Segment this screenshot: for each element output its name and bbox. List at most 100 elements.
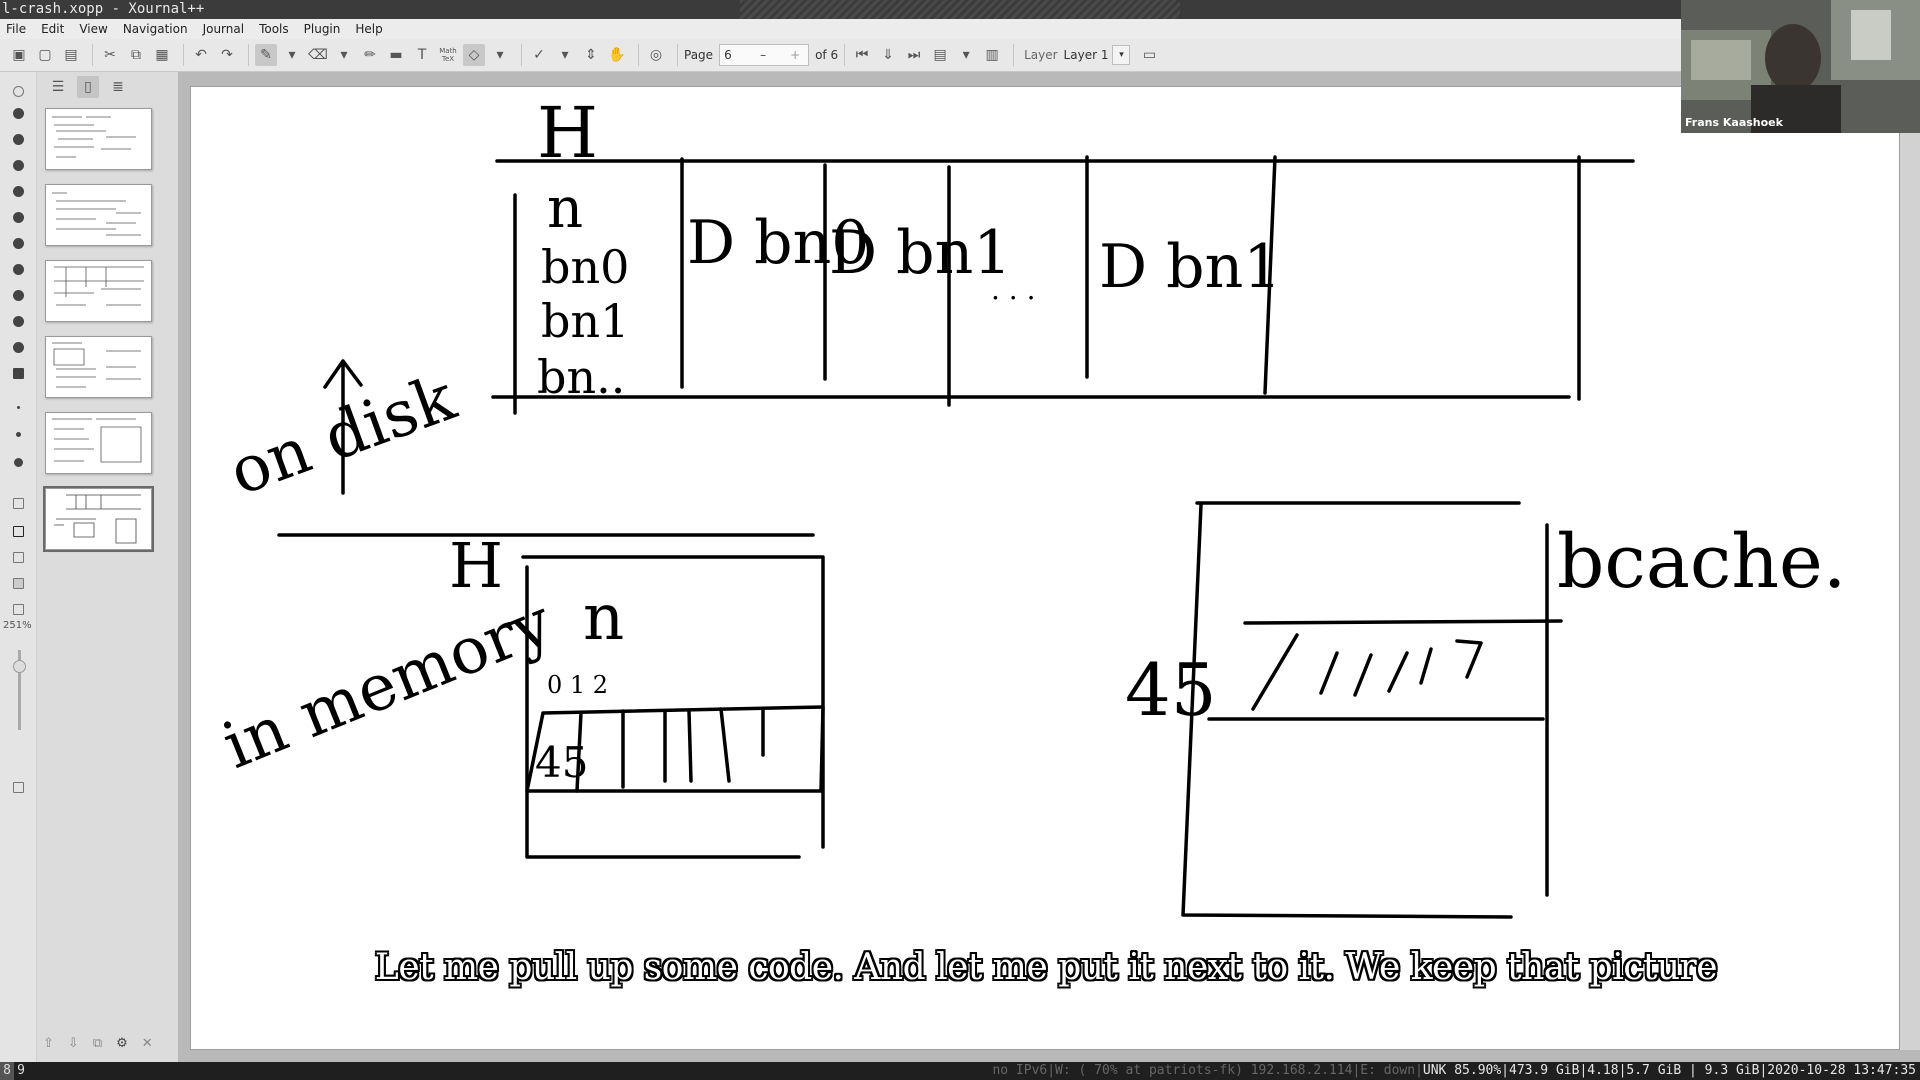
page-label: Page [684, 48, 714, 62]
hand-icon[interactable]: ✋ [606, 44, 628, 66]
color-black-icon[interactable] [13, 212, 24, 223]
highlighter-icon[interactable]: ✏ [359, 44, 381, 66]
move-page-down-icon[interactable]: ⇩ [68, 1036, 79, 1051]
label-bn-dots: bn.. [537, 350, 625, 404]
thick-size-icon[interactable] [14, 458, 23, 467]
page-settings-icon[interactable]: ⚙ [116, 1036, 128, 1051]
shape-dropdown-icon[interactable]: ▾ [489, 44, 511, 66]
medium-size-icon[interactable] [16, 432, 21, 437]
page-thumbnail-3[interactable] [45, 260, 152, 322]
pen-dropdown-icon[interactable]: ▾ [281, 44, 303, 66]
menu-tools[interactable]: Tools [259, 22, 289, 36]
label-ellipsis: . . . [991, 273, 1036, 306]
copy-page-icon[interactable]: ⧉ [93, 1036, 102, 1051]
thin-size-icon[interactable] [17, 406, 20, 409]
fill-icon[interactable] [13, 498, 24, 509]
insert-page-dropdown-icon[interactable]: ▾ [955, 44, 977, 66]
first-page-icon[interactable]: ⏮ [851, 44, 873, 66]
open-icon[interactable]: ▤ [60, 44, 82, 66]
layer-dropdown-icon[interactable]: ▾ [1112, 45, 1131, 65]
presentation-icon[interactable]: ▭ [1138, 44, 1160, 66]
layer-selector[interactable]: Layer Layer 1 ▾ [1024, 44, 1131, 66]
workspace-9[interactable]: 9 [14, 1062, 28, 1080]
memory-array-cells [575, 707, 765, 793]
color-black-icon[interactable] [13, 238, 24, 249]
color-black-square-icon[interactable] [13, 368, 24, 379]
copy-icon[interactable]: ⧉ [125, 44, 147, 66]
pen-icon[interactable]: ✎ [255, 44, 277, 66]
select-icon[interactable]: ✓ [528, 44, 550, 66]
delete-page-icon[interactable]: ✕ [142, 1036, 153, 1051]
menu-edit[interactable]: Edit [41, 22, 64, 36]
label-mem-n: n [583, 581, 624, 655]
page-thumbnail-6[interactable] [43, 486, 154, 552]
page-thumbnail-2[interactable] [45, 184, 152, 246]
page-number-input[interactable]: 6 – + [719, 44, 810, 66]
color-black-icon[interactable] [13, 290, 24, 301]
page-thumbnail-4[interactable] [45, 336, 152, 398]
new-document-icon[interactable]: ▢ [34, 44, 56, 66]
paste-icon[interactable]: ▦ [151, 44, 173, 66]
page-thumbnail-1[interactable] [45, 108, 152, 170]
menu-file[interactable]: File [6, 22, 26, 36]
last-page-icon[interactable]: ⏭ [903, 44, 925, 66]
menu-journal[interactable]: Journal [203, 22, 245, 36]
undo-icon[interactable]: ↶ [190, 44, 212, 66]
color-black-icon[interactable] [13, 160, 24, 171]
color-black-icon[interactable] [13, 316, 24, 327]
screen-icon[interactable] [13, 526, 24, 537]
main-toolbar: ▣ ▢ ▤ ✂ ⧉ ▦ ↶ ↷ ✎ ▾ ⌫ ▾ ✏ ▬ T Math TeX ◇… [0, 39, 1920, 72]
layers-tab-icon[interactable]: ≣ [107, 76, 129, 98]
next-annotated-page-icon[interactable]: ⇓ [877, 44, 899, 66]
page-increment-icon[interactable]: + [790, 48, 800, 62]
grid-icon[interactable] [13, 552, 24, 563]
eraser-icon[interactable]: ⌫ [307, 44, 329, 66]
zoom-label: 251% [3, 620, 32, 631]
menu-plugin[interactable]: Plugin [304, 22, 341, 36]
vertical-scrollbar[interactable] [1900, 86, 1920, 1050]
color-black-icon[interactable] [13, 134, 24, 145]
fit-icon[interactable] [13, 604, 24, 615]
resource-status: UNK 85.90%|473.9 GiB|4.18|5.7 GiB | 9.3 … [1422, 1063, 1916, 1078]
workspace-8[interactable]: 8 [0, 1062, 14, 1080]
page-thumbnail-5[interactable] [45, 412, 152, 474]
move-page-up-icon[interactable]: ⇧ [43, 1036, 54, 1051]
ink-drawing: H n bn0 bn1 bn.. D bn0 D bn1 . . . D bn1… [213, 92, 1846, 919]
cut-icon[interactable]: ✂ [99, 44, 121, 66]
workspace-switcher: 8 9 [0, 1062, 28, 1080]
text-icon[interactable]: T [411, 44, 433, 66]
toolbar-separator [248, 44, 249, 66]
delete-page-icon[interactable]: ▥ [981, 44, 1003, 66]
menu-navigation[interactable]: Navigation [123, 22, 188, 36]
math-tex-icon[interactable]: Math TeX [437, 44, 459, 66]
outline-tab-icon[interactable]: ☰ [47, 76, 69, 98]
color-black-icon[interactable] [13, 186, 24, 197]
save-icon[interactable]: ▣ [8, 44, 30, 66]
ruler-icon[interactable] [13, 578, 24, 589]
color-black-icon[interactable] [13, 108, 24, 119]
sidebar-footer: ⇧ ⇩ ⧉ ⚙ ✕ [37, 1028, 189, 1058]
shape-icon[interactable]: ◇ [463, 44, 485, 66]
page-previews-tab-icon[interactable]: ▯ [77, 76, 99, 98]
label-index: 0 1 2 [547, 671, 608, 699]
toolbar-separator [844, 44, 846, 66]
menu-view[interactable]: View [79, 22, 107, 36]
drawing-page[interactable]: H n bn0 bn1 bn.. D bn0 D bn1 . . . D bn1… [190, 86, 1900, 1050]
zoom-slider[interactable] [13, 650, 26, 730]
camera-icon[interactable] [13, 782, 24, 793]
color-white-icon[interactable] [13, 86, 24, 97]
xournal-window: l-crash.xopp - Xournal++ File Edit View … [0, 0, 1920, 1080]
color-black-icon[interactable] [13, 264, 24, 275]
fullscreen-icon[interactable]: ◎ [645, 44, 667, 66]
vertical-space-icon[interactable]: ⇕ [580, 44, 602, 66]
menu-help[interactable]: Help [355, 22, 382, 36]
eraser-dropdown-icon[interactable]: ▾ [333, 44, 355, 66]
insert-page-icon[interactable]: ▤ [929, 44, 951, 66]
select-dropdown-icon[interactable]: ▾ [554, 44, 576, 66]
toolbar-separator [638, 44, 639, 66]
zoom-slider-handle[interactable] [13, 660, 26, 673]
color-black-icon[interactable] [13, 342, 24, 353]
image-icon[interactable]: ▬ [385, 44, 407, 66]
page-decrement-icon[interactable]: – [760, 48, 766, 62]
redo-icon[interactable]: ↷ [216, 44, 238, 66]
